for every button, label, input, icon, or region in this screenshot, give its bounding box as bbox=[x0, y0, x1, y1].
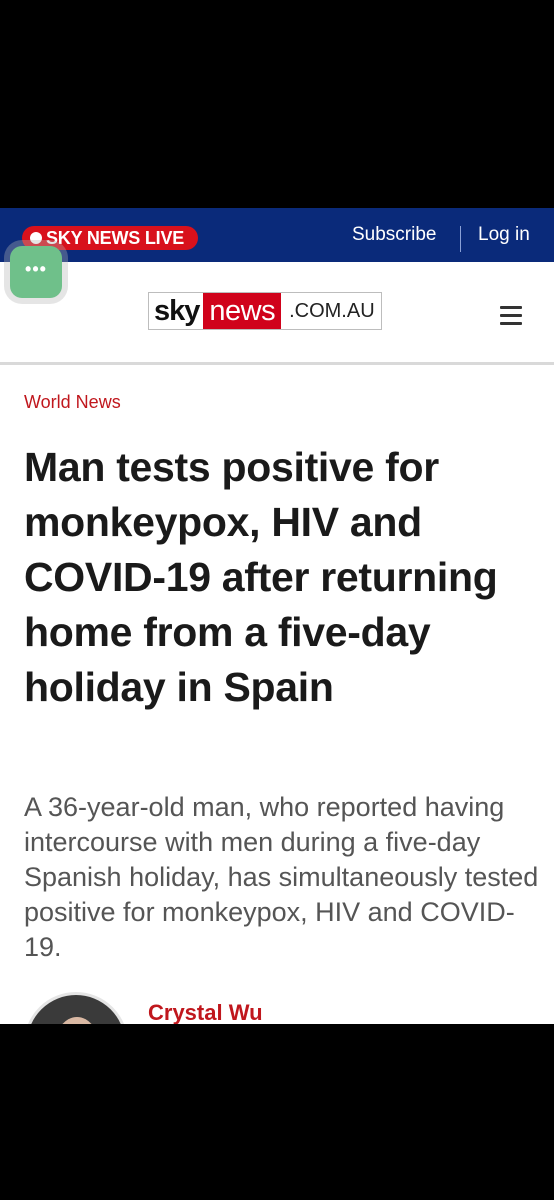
logo-news-text: news bbox=[203, 293, 282, 329]
subscribe-link[interactable]: Subscribe bbox=[352, 224, 437, 246]
author-avatar[interactable] bbox=[24, 992, 128, 1024]
live-label: SKY NEWS LIVE bbox=[46, 227, 185, 248]
top-bar: SKY NEWS LIVE Subscribe Log in bbox=[0, 208, 554, 262]
article-headline: Man tests positive for monkeypox, HIV an… bbox=[24, 444, 498, 710]
menu-icon[interactable] bbox=[500, 306, 522, 326]
article-standfirst: A 36-year-old man, who reported having i… bbox=[24, 792, 539, 962]
logo-sky-text: sky bbox=[154, 295, 200, 327]
bottom-black-area bbox=[0, 1024, 554, 1200]
sky-news-logo[interactable]: sky news .COM.AU bbox=[148, 292, 382, 330]
floating-more-button[interactable]: ••• bbox=[10, 246, 62, 298]
topbar-divider bbox=[460, 226, 461, 252]
login-link[interactable]: Log in bbox=[478, 224, 530, 246]
article-category[interactable]: World News bbox=[24, 392, 121, 413]
author-name[interactable]: Crystal Wu bbox=[148, 1000, 263, 1024]
live-dot-icon bbox=[30, 232, 42, 244]
browser-page: SKY NEWS LIVE Subscribe Log in sky news … bbox=[0, 208, 554, 1024]
avatar-face bbox=[55, 1017, 99, 1024]
more-dots-icon: ••• bbox=[25, 258, 47, 279]
logo-domain-text: .COM.AU bbox=[289, 300, 375, 322]
site-header: sky news .COM.AU bbox=[0, 262, 554, 365]
top-black-area bbox=[0, 0, 554, 208]
